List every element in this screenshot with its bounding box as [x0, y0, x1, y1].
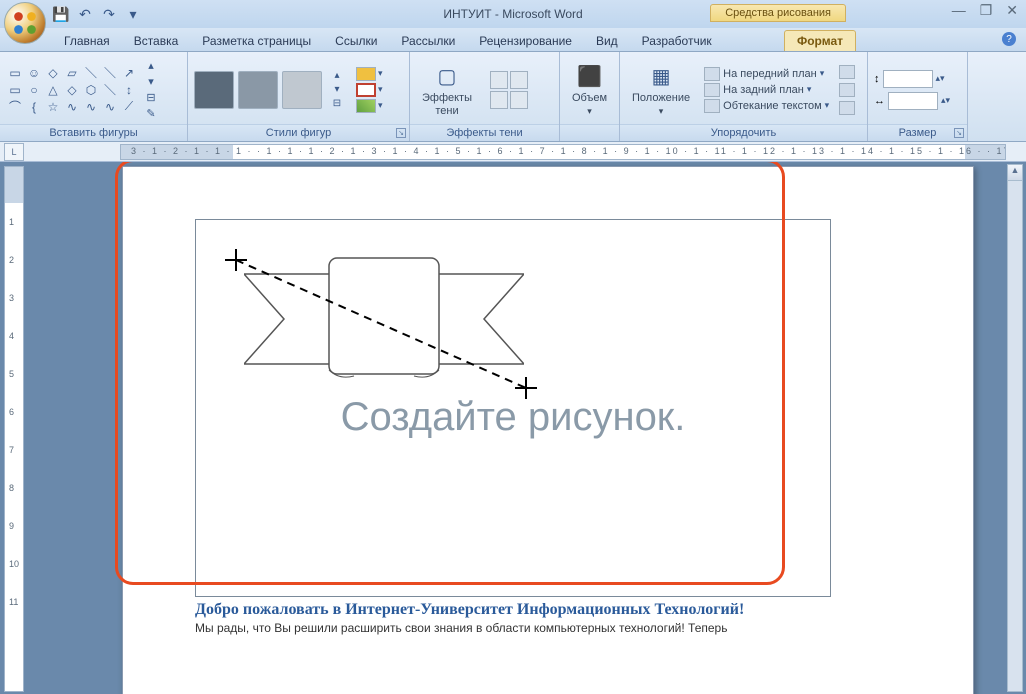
ribbon-tabstrip: Главная Вставка Разметка страницы Ссылки… — [0, 28, 1026, 52]
shape-style-gallery[interactable] — [194, 71, 322, 109]
minimize-button[interactable]: — — [952, 2, 966, 19]
align-button[interactable] — [839, 65, 855, 79]
shapes-row-down-icon[interactable]: ▾ — [144, 75, 158, 89]
style-more-icon[interactable]: ⊟ — [330, 98, 344, 110]
context-tab-title: Средства рисования — [710, 4, 846, 22]
tab-review[interactable]: Рецензирование — [467, 31, 584, 51]
change-shape-button[interactable]: ▾ — [356, 99, 383, 113]
group-arrange: Упорядочить — [620, 124, 867, 141]
help-icon[interactable]: ? — [1002, 32, 1016, 46]
group-3d — [560, 124, 619, 141]
3d-effects-button[interactable]: ⬛ Объем▾ — [566, 60, 613, 118]
text-wrapping-button[interactable]: Обтекание текстом ▾ — [704, 99, 829, 113]
tab-developer[interactable]: Разработчик — [630, 31, 724, 51]
width-input[interactable] — [888, 92, 938, 110]
bring-to-front-button[interactable]: На передний план ▾ — [704, 67, 829, 81]
dialog-launcher-icon[interactable]: ↘ — [396, 128, 406, 138]
edit-shape-icon[interactable]: ✎ — [144, 107, 158, 121]
scroll-up-button[interactable]: ▲ — [1008, 165, 1022, 181]
tab-format[interactable]: Формат — [784, 30, 856, 51]
tab-references[interactable]: Ссылки — [323, 31, 389, 51]
heading-welcome: Добро пожаловать в Интернет-Университет … — [195, 601, 901, 619]
horizontal-ruler[interactable]: 3 · 1 · 2 · 1 · 1 · 1 · · 1 · 1 · 1 · 2 … — [120, 144, 1006, 160]
shadow-nudge-right[interactable] — [510, 71, 528, 89]
ribbon-shape[interactable] — [244, 254, 524, 384]
position-button[interactable]: ▦ Положение▾ — [626, 60, 696, 118]
tab-insert[interactable]: Вставка — [122, 31, 191, 51]
draw-end-cursor — [515, 377, 537, 399]
drawing-canvas[interactable]: Создайте рисунок. — [195, 219, 831, 597]
style-row-down-icon[interactable]: ▾ — [330, 84, 344, 96]
shapes-gallery[interactable]: ▭☺◇▱＼＼↗ ▭○△◇⬡＼↕ ⌒{☆∿∿∿⟋ — [6, 65, 138, 115]
tab-home[interactable]: Главная — [52, 31, 122, 51]
save-icon[interactable]: 💾 — [52, 5, 70, 23]
tab-selector[interactable]: L — [4, 143, 24, 161]
width-field-row: ↔▴▾ — [874, 92, 950, 110]
undo-icon[interactable]: ↶ — [76, 5, 94, 23]
tab-page-layout[interactable]: Разметка страницы — [190, 31, 323, 51]
tab-mailings[interactable]: Рассылки — [389, 31, 467, 51]
group-insert-shapes: Вставить фигуры — [0, 124, 187, 141]
dialog-launcher-size-icon[interactable]: ↘ — [954, 128, 964, 138]
group-button[interactable] — [839, 83, 855, 97]
vertical-ruler[interactable]: 1234567891011 — [4, 166, 24, 692]
qat-more-icon[interactable]: ▾ — [124, 5, 142, 23]
maximize-button[interactable]: ❐ — [980, 2, 993, 19]
group-shadow-effects: Эффекты тени — [410, 124, 559, 141]
body-preview-text: Мы рады, что Вы решили расширить свои зн… — [195, 621, 901, 635]
rotate-button[interactable] — [839, 101, 855, 115]
group-size: Размер↘ — [868, 124, 967, 141]
height-input[interactable] — [883, 70, 933, 88]
shadow-effects-button[interactable]: ▢ Эффекты тени — [416, 60, 478, 118]
shape-fill-button[interactable]: ▾ — [356, 67, 383, 81]
shape-outline-button[interactable]: ▾ — [356, 83, 383, 97]
window-title: ИНТУИТ - Microsoft Word — [443, 7, 582, 21]
ribbon: ▭☺◇▱＼＼↗ ▭○△◇⬡＼↕ ⌒{☆∿∿∿⟋ ▴ ▾ ⊟ ✎ Вставить… — [0, 52, 1026, 142]
send-to-back-button[interactable]: На задний план ▾ — [704, 83, 829, 97]
draw-start-cursor — [225, 249, 247, 271]
vertical-scrollbar[interactable]: ▲ — [1007, 164, 1023, 692]
shadow-nudge-left[interactable] — [490, 91, 508, 109]
shadow-nudge-down[interactable] — [510, 91, 528, 109]
tab-view[interactable]: Вид — [584, 31, 630, 51]
style-row-up-icon[interactable]: ▴ — [330, 70, 344, 82]
shapes-more-icon[interactable]: ⊟ — [144, 91, 158, 105]
shadow-nudge-up[interactable] — [490, 71, 508, 89]
canvas-placeholder-text: Создайте рисунок. — [341, 395, 686, 440]
document-page[interactable]: Создайте рисунок. Добро пожаловать в Инт… — [122, 166, 974, 694]
redo-icon[interactable]: ↷ — [100, 5, 118, 23]
group-shape-styles: Стили фигур↘ — [188, 124, 409, 141]
office-button[interactable] — [4, 2, 46, 44]
height-field-row: ↕▴▾ — [874, 70, 950, 88]
close-button[interactable]: ✕ — [1006, 2, 1018, 19]
shapes-row-up-icon[interactable]: ▴ — [144, 59, 158, 73]
